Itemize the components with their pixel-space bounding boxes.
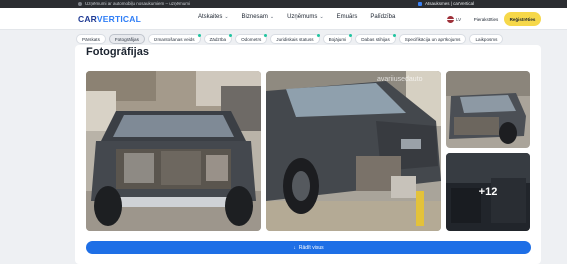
tab-label: Pārskats [82,36,100,42]
chevron-down-icon: ⌄ [224,14,229,20]
nav-item-label: Atskaites [198,14,223,20]
register-button[interactable]: Reģistrēties [504,12,541,26]
section-title: Fotogrāfijas [86,46,149,58]
nav-item-label: Biznesam [241,14,268,20]
tab-label: Bojājumi [328,36,347,42]
tab-2[interactable]: Izmantošanas veids [147,34,201,44]
site-header: CARVERTICAL Atskaites ⌄ Biznesam ⌄ Uzņēmums ⌄… [0,8,567,30]
login-button[interactable]: Pierakstīties [468,13,504,25]
car-photo-1[interactable] [86,71,261,231]
browser-strip: Uzņēmumi ar automobiļu nosaukumiem – uzņ… [0,0,567,8]
tab-label: Fotogrāfijas [114,36,139,42]
tab-label: Odometrs [241,36,262,42]
nav-item-1[interactable]: Biznesam ⌄ [242,14,275,20]
tab-5[interactable]: Juridiskais statuss [270,34,320,44]
tab-label: Dabas stihijas [361,36,390,42]
status-dot-icon [197,34,201,37]
report-section-tabs: Pārskats Fotogrāfijas Izmantošanas veids Zā… [76,34,504,44]
latvia-flag-icon[interactable] [447,16,454,23]
status-dot-icon [392,34,396,37]
browser-tab-right[interactable]: Atsauksmes | carVertical [418,0,474,8]
show-all-photos-button[interactable]: ↓ Rādīt visus [86,241,531,254]
car-photo-2[interactable] [266,71,441,231]
status-dot-icon [264,34,268,37]
status-dot-icon [349,34,353,37]
status-dot-icon [229,34,233,37]
tab-8[interactable]: Specifikācija un aprīkojums [398,34,467,44]
tab-label: Laikposms [475,36,498,42]
nav-item-3[interactable]: Emuārs [337,14,358,20]
main-nav: Atskaites ⌄ Biznesam ⌄ Uzņēmums ⌄ Emuārs Palīdz… [198,14,395,20]
tab-6[interactable]: Bojājumi [322,34,353,44]
chevron-down-icon: ⌄ [319,14,324,20]
nav-item-2[interactable]: Uzņēmums ⌄ [287,14,324,20]
show-all-label: Rādīt visus [298,244,324,251]
shield-icon [418,2,422,6]
browser-tab-left[interactable]: Uzņēmumi ar automobiļu nosaukumiem – uzņ… [78,0,190,8]
nav-item-label: Emuārs [336,14,358,20]
photo-watermark: avariiusedauto [377,76,423,83]
tab-label: Juridiskais statuss [276,36,314,42]
tab-4[interactable]: Odometrs [235,34,268,44]
tab-label: Zādzība [209,36,227,42]
tab-7[interactable]: Dabas stihijas [355,34,396,44]
tab-1[interactable]: Fotogrāfijas [108,34,145,44]
logo-accent-text: VERTICAL [96,14,141,24]
tab-9[interactable]: Laikposms [469,34,504,44]
logo-main-text: CAR [78,14,97,24]
language-selector[interactable]: LV [456,17,461,22]
tab-3[interactable]: Zādzība [203,34,233,44]
tab-label: Specifikācija un aprīkojums [404,36,461,42]
arrow-down-icon: ↓ [293,244,296,251]
nav-item-label: Palīdzība [370,14,396,20]
car-photo-3[interactable] [446,71,530,148]
nav-item-4[interactable]: Palīdzība [370,14,395,20]
nav-item-0[interactable]: Atskaites ⌄ [198,14,229,20]
more-photos-overlay[interactable]: +12 [446,153,530,231]
browser-tab-right-title: Atsauksmes | carVertical [425,1,475,6]
favicon-icon [78,2,82,6]
site-logo[interactable]: CARVERTICAL [78,14,141,24]
nav-item-label: Uzņēmums [287,14,318,20]
browser-tab-left-title: Uzņēmumi ar automobiļu nosaukumiem – uzņ… [85,1,191,6]
status-dot-icon [316,34,320,37]
tab-label: Izmantošanas veids [153,36,195,42]
chevron-down-icon: ⌄ [269,14,275,20]
tab-0[interactable]: Pārskats [76,34,106,44]
